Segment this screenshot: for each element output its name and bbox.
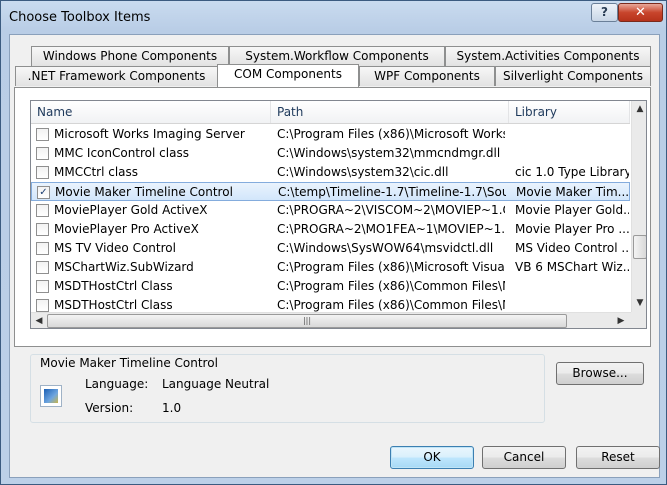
item-path: C:\PROGRA~2\MO1FEA~1\MOVIEP~1.O...	[277, 222, 505, 236]
vertical-scroll-thumb[interactable]	[633, 235, 646, 259]
item-library	[515, 277, 629, 296]
title-bar[interactable]: Choose Toolbox Items ? ✕	[1, 1, 666, 35]
item-name: MS TV Video Control	[54, 241, 176, 255]
item-name: MMCCtrl class	[54, 165, 139, 179]
language-value: Language Neutral	[162, 377, 270, 391]
window-title: Choose Toolbox Items	[9, 10, 151, 25]
item-path: C:\Windows\SysWOW64\msvidctl.dll	[277, 241, 494, 255]
item-name: Microsoft Works Imaging Server	[54, 127, 245, 141]
scrollbar-corner	[631, 312, 646, 328]
item-name: MSChartWiz.SubWizard	[54, 260, 194, 274]
component-icon	[40, 385, 62, 407]
column-header-path[interactable]: Path	[271, 101, 509, 123]
ok-button[interactable]: OK	[390, 446, 474, 469]
scroll-down-icon[interactable]: ▼	[632, 295, 646, 311]
item-path: C:\Program Files (x86)\Microsoft Works\.…	[277, 127, 505, 141]
item-checkbox[interactable]	[36, 128, 49, 141]
item-library	[515, 144, 629, 163]
tab-com-components[interactable]: COM Components	[217, 64, 359, 87]
item-path: C:\temp\Timeline-1.7\Timeline-1.7\Sour..…	[278, 185, 506, 199]
list-item[interactable]: Microsoft Works Imaging Server C:\Program…	[31, 125, 630, 144]
item-checkbox[interactable]	[36, 204, 49, 217]
components-list[interactable]: Name Path Library Microsoft Works Imagin…	[30, 100, 647, 329]
vertical-scrollbar[interactable]: ▲ ▼	[631, 101, 646, 312]
tab-silverlight[interactable]: Silverlight Components	[495, 66, 651, 86]
scroll-up-icon[interactable]: ▲	[632, 101, 646, 117]
version-value: 1.0	[162, 401, 182, 415]
details-group: Movie Maker Timeline Control Language: L…	[30, 354, 545, 423]
tab-system-activities[interactable]: System.Activities Components	[445, 46, 651, 66]
details-title: Movie Maker Timeline Control	[40, 356, 218, 370]
reset-button[interactable]: Reset	[576, 446, 660, 469]
item-checkbox[interactable]	[36, 147, 49, 160]
list-item[interactable]: MoviePlayer Pro ActiveX C:\PROGRA~2\MO1FE…	[31, 220, 630, 239]
item-name: Movie Maker Timeline Control	[55, 185, 233, 199]
version-label: Version:	[85, 401, 134, 415]
item-name: MSDTHostCtrl Class	[54, 279, 173, 293]
item-library: Movie Player Gold...	[515, 203, 629, 217]
item-path: C:\Program Files (x86)\Microsoft Visual …	[277, 260, 505, 274]
item-path: C:\PROGRA~2\VISCOM~2\MOVIEP~1.O...	[277, 203, 505, 217]
column-header-name[interactable]: Name	[31, 101, 271, 123]
tab-windows-phone[interactable]: Windows Phone Components	[31, 46, 229, 66]
item-name: MoviePlayer Gold ActiveX	[54, 203, 208, 217]
horizontal-scrollbar[interactable]: ◀ ||| ▶	[31, 312, 631, 328]
cancel-button[interactable]: Cancel	[482, 446, 566, 469]
item-checkbox[interactable]	[36, 280, 49, 293]
item-library: MS Video Control ...	[515, 241, 629, 255]
tab-net-framework[interactable]: .NET Framework Components	[15, 66, 218, 86]
item-path: C:\Windows\system32\mmcndmgr.dll	[277, 146, 501, 160]
item-path: C:\Windows\system32\cic.dll	[277, 165, 449, 179]
tab-wpf[interactable]: WPF Components	[359, 66, 495, 86]
item-library	[515, 125, 629, 144]
list-item[interactable]: MoviePlayer Gold ActiveX C:\PROGRA~2\VISC…	[31, 201, 630, 220]
list-item[interactable]: MSChartWiz.SubWizard C:\Program Files (x8…	[31, 258, 630, 277]
close-button[interactable]: ✕	[618, 3, 663, 22]
item-checkbox[interactable]: ✓	[37, 186, 50, 199]
scroll-left-icon[interactable]: ◀	[31, 313, 47, 328]
list-item[interactable]: MS TV Video Control C:\Windows\SysWOW64\m…	[31, 239, 630, 258]
item-checkbox[interactable]	[36, 223, 49, 236]
item-library: Movie Maker Tim...	[516, 185, 630, 199]
horizontal-scroll-thumb[interactable]: |||	[47, 314, 567, 328]
item-checkbox[interactable]	[36, 299, 49, 312]
browse-button[interactable]: Browse...	[556, 362, 644, 385]
item-library: Movie Player Pro ...	[515, 222, 629, 236]
item-library: VB 6 MSChart Wiz...	[515, 260, 629, 274]
item-name: MoviePlayer Pro ActiveX	[54, 222, 199, 236]
list-header: Name Path Library	[31, 101, 630, 124]
item-path: C:\Program Files (x86)\Common Files\M...	[277, 279, 505, 293]
item-checkbox[interactable]	[36, 261, 49, 274]
scroll-right-icon[interactable]: ▶	[613, 313, 629, 328]
list-item[interactable]: ✓ Movie Maker Timeline Control C:\temp\Tim…	[31, 182, 630, 201]
item-checkbox[interactable]	[36, 242, 49, 255]
tab-system-workflow[interactable]: System.Workflow Components	[229, 46, 445, 66]
item-name: MMC IconControl class	[54, 146, 189, 160]
list-item[interactable]: MSDTHostCtrl Class C:\Program Files (x86)…	[31, 277, 630, 296]
item-checkbox[interactable]	[36, 166, 49, 179]
item-library: cic 1.0 Type Library	[515, 165, 629, 179]
help-button[interactable]: ?	[591, 3, 618, 22]
dialog-window: Choose Toolbox Items ? ✕ Windows Phone C…	[0, 0, 667, 485]
list-item[interactable]: MMCCtrl class C:\Windows\system32\cic.dll…	[31, 163, 630, 182]
column-header-library[interactable]: Library	[509, 101, 630, 123]
language-label: Language:	[85, 377, 149, 391]
list-item[interactable]: MMC IconControl class C:\Windows\system32…	[31, 144, 630, 163]
